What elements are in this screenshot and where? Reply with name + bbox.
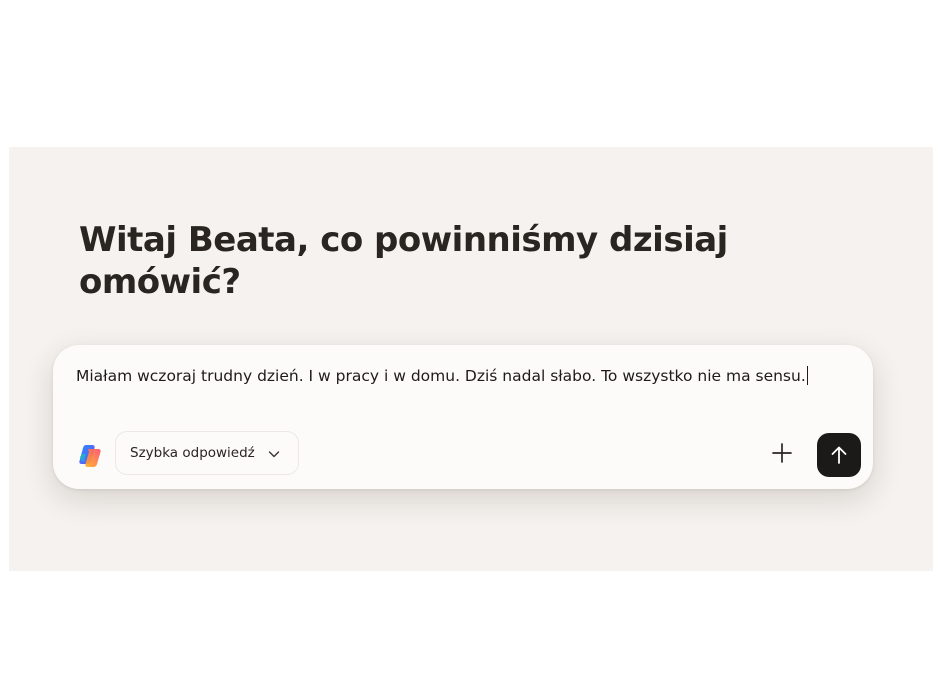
response-mode-dropdown[interactable]: Szybka odpowiedź xyxy=(115,431,299,475)
add-attachment-button[interactable] xyxy=(769,440,795,466)
greeting-line-2: omówić? xyxy=(79,262,241,302)
greeting-line-1: Witaj Beata, co powinniśmy dzisiaj xyxy=(79,220,728,260)
arrow-up-icon xyxy=(831,446,847,464)
text-caret xyxy=(806,366,808,385)
greeting-heading: Witaj Beata, co powinniśmy dzisiaj omówi… xyxy=(79,219,839,303)
response-mode-label: Szybka odpowiedź xyxy=(130,445,255,461)
message-input[interactable]: Miałam wczoraj trudny dzień. I w pracy i… xyxy=(76,362,846,390)
send-button[interactable] xyxy=(817,433,861,477)
message-text: Miałam wczoraj trudny dzień. I w pracy i… xyxy=(76,367,806,385)
message-composer[interactable]: Miałam wczoraj trudny dzień. I w pracy i… xyxy=(53,345,873,489)
chevron-down-icon xyxy=(267,446,281,460)
chat-home-panel: Witaj Beata, co powinniśmy dzisiaj omówi… xyxy=(9,147,933,571)
copilot-logo-icon xyxy=(77,443,103,469)
plus-icon xyxy=(772,443,792,463)
